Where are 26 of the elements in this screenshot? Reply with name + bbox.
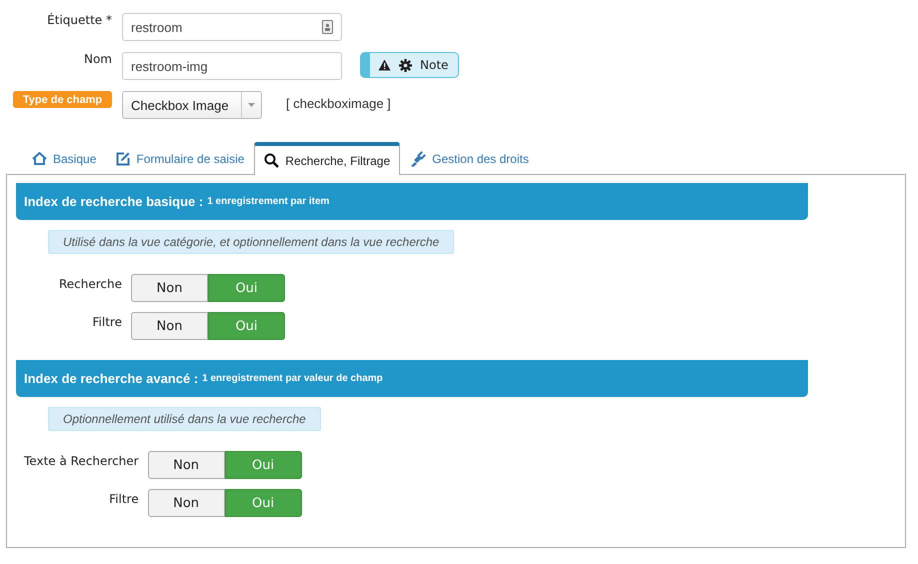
text-field[interactable]: restroom xyxy=(122,13,342,41)
toggle-label: Filtre xyxy=(108,491,139,508)
toggle-label: Filtre xyxy=(92,314,122,331)
toggle-label: Texte à Rechercher xyxy=(24,453,139,470)
toggle-option-button[interactable]: Non xyxy=(131,312,208,340)
tab[interactable]: Gestion des droits xyxy=(400,142,539,174)
info-note: Utilisé dans la vue catégorie, et optionnellement dans la vue recherche xyxy=(48,230,454,254)
tab[interactable]: Basique xyxy=(22,142,106,174)
toggle-label: Recherche xyxy=(58,276,122,293)
field-label: Nom xyxy=(82,52,112,66)
field-type-badge: Type de champ xyxy=(13,91,112,108)
text-field[interactable]: restroom-img xyxy=(122,52,342,80)
tab[interactable]: Formulaire de saisie xyxy=(106,142,254,174)
section-title: Index de recherche basique : xyxy=(24,194,204,209)
field-type-select[interactable]: Checkbox Image xyxy=(122,91,262,119)
field-label: Étiquette * xyxy=(46,13,112,27)
tab[interactable]: Recherche, Filtrage xyxy=(254,142,400,175)
info-note: Optionnellement utilisé dans la vue recherche xyxy=(48,407,321,431)
section-subtitle: 1 enregistrement par valeur de champ xyxy=(202,373,383,384)
toggle-option-button[interactable]: Non xyxy=(148,489,225,517)
field-type-code: [ checkboximage ] xyxy=(286,95,391,111)
toggle-option-button[interactable]: Non xyxy=(131,274,208,302)
note-button[interactable]: Note xyxy=(360,52,460,78)
section-subtitle: 1 enregistrement par item xyxy=(207,196,330,207)
toggle-option-button[interactable]: Non xyxy=(148,451,225,479)
section-title: Index de recherche avancé : xyxy=(24,371,198,386)
